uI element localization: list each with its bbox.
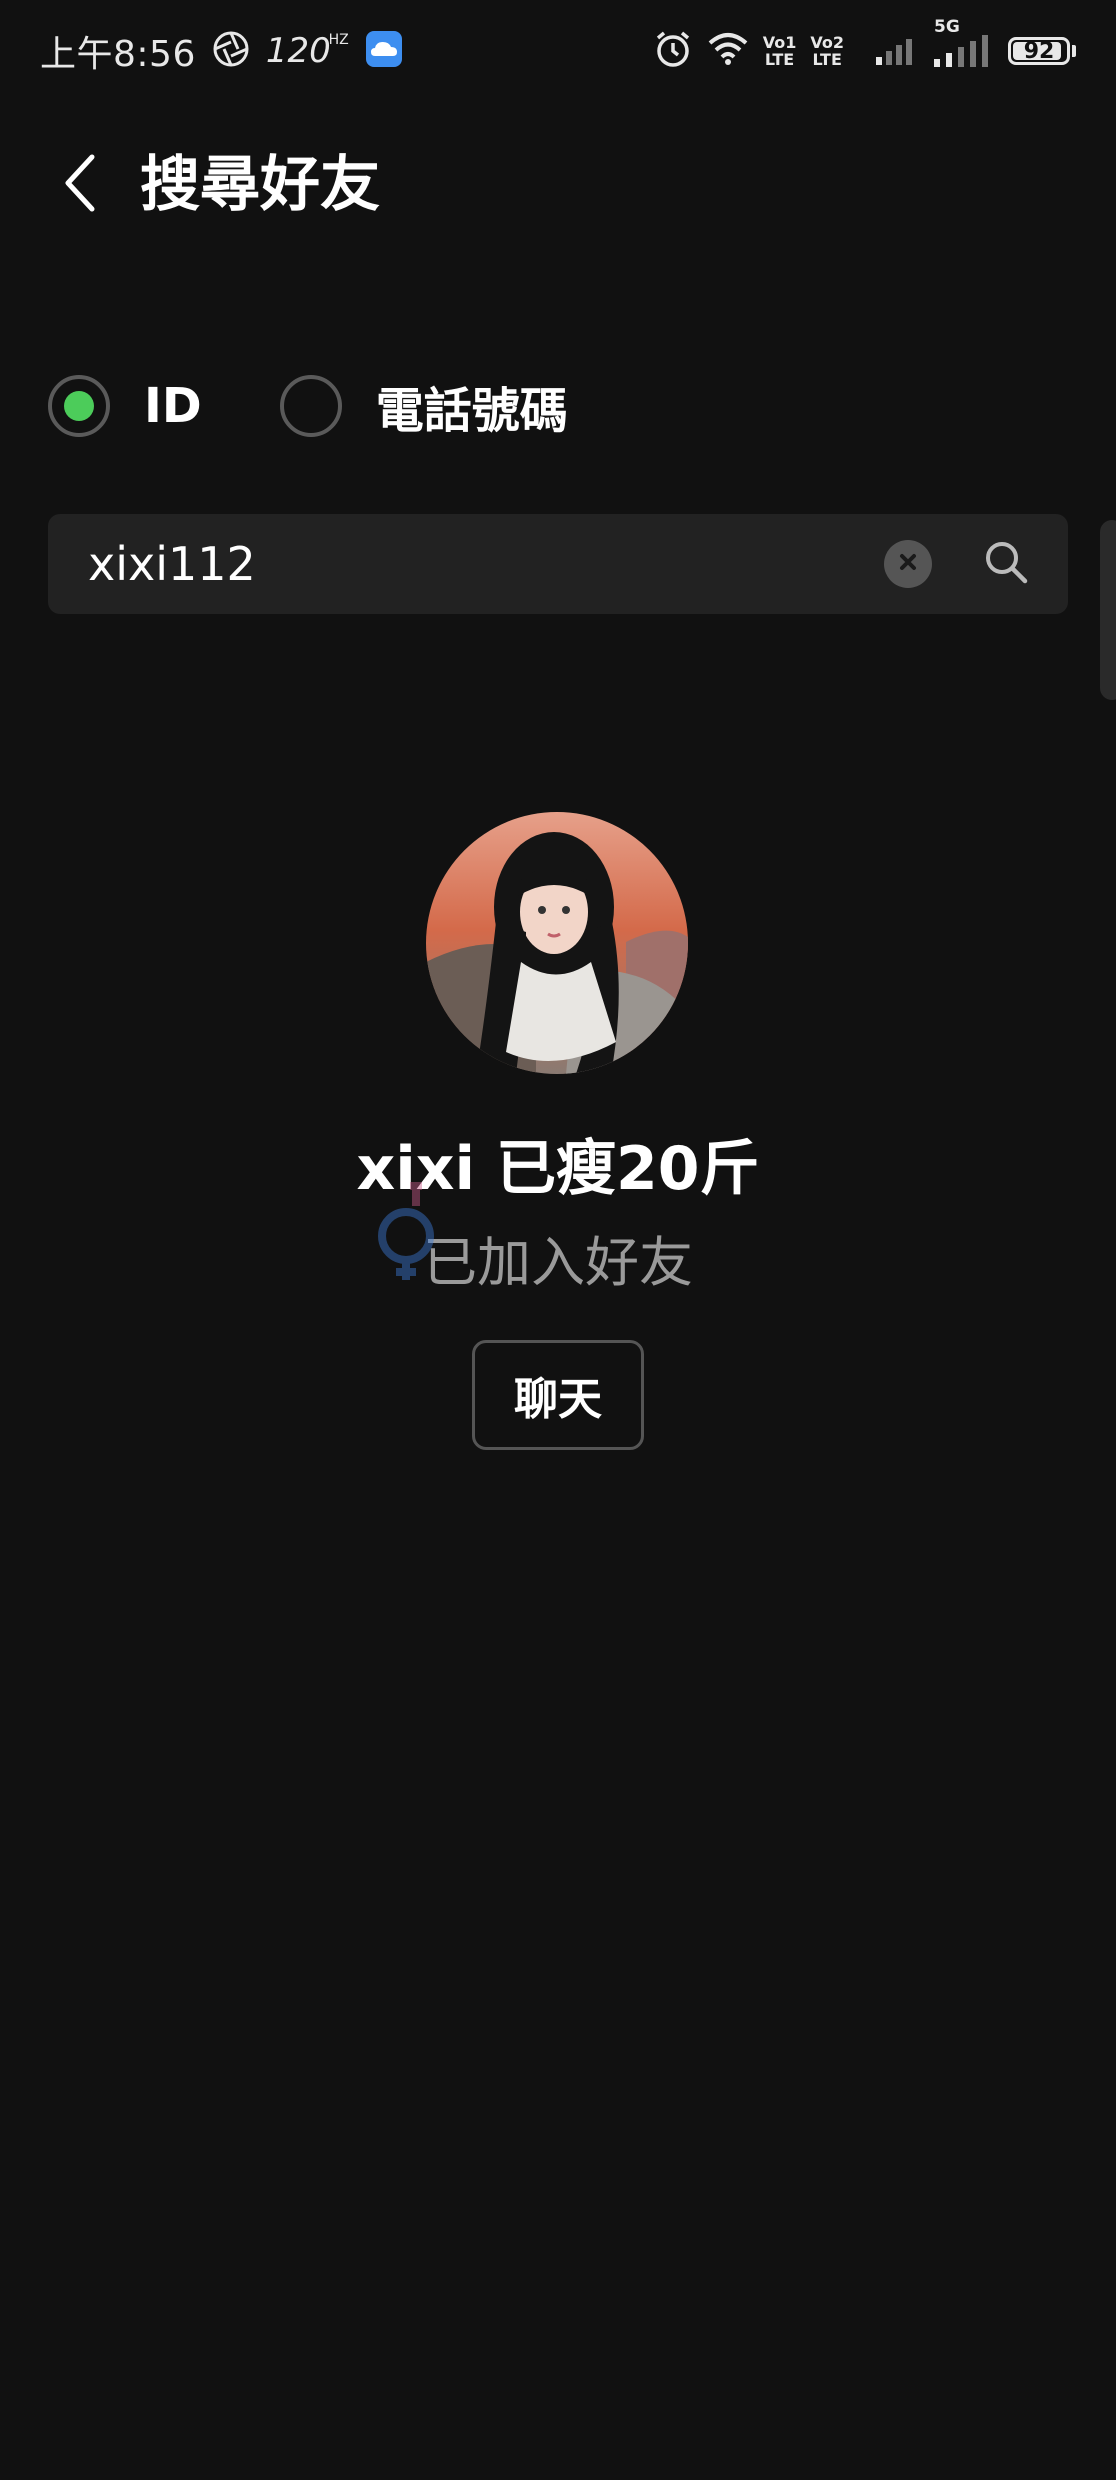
clear-icon xyxy=(897,551,919,577)
aperture-icon xyxy=(212,30,250,72)
search-icon xyxy=(983,539,1029,589)
volte-1: Vo1 LTE xyxy=(763,34,797,68)
volte-2-top: Vo2 xyxy=(810,33,844,52)
status-time: 上午8:56 xyxy=(40,34,196,75)
radio-dot xyxy=(64,391,94,421)
clear-button[interactable] xyxy=(884,540,932,588)
cloud-icon xyxy=(365,30,403,72)
back-button[interactable] xyxy=(50,150,110,220)
header: 搜尋好友 xyxy=(0,140,1116,230)
refresh-rate-value: 120 xyxy=(265,31,331,71)
alarm-icon xyxy=(653,29,693,73)
radio-button-id[interactable] xyxy=(48,375,110,437)
volte-1-bottom: LTE xyxy=(764,50,795,69)
radio-label-id[interactable]: ID xyxy=(144,378,202,434)
wifi-icon xyxy=(707,31,749,71)
profile-name: xixi 已瘦20斤 xyxy=(356,1134,760,1204)
radio-label-phone[interactable]: 電話號碼 xyxy=(376,371,568,441)
search-button[interactable] xyxy=(978,536,1034,592)
network-type: 5G xyxy=(934,17,960,37)
edge-panel-handle[interactable] xyxy=(1100,520,1116,700)
radio-button-phone[interactable] xyxy=(279,375,342,437)
volte-2-bottom: LTE xyxy=(812,50,842,69)
radio-option-phone[interactable]: 電話號碼 xyxy=(279,366,568,446)
volte-1-top: Vo1 xyxy=(762,33,797,52)
battery-level: 92 xyxy=(1023,38,1055,64)
battery-tip xyxy=(1072,45,1076,57)
status-bar-left: 上午8:56 120 HZ xyxy=(40,26,403,76)
watermark-logo xyxy=(370,1180,460,1294)
volte-2: Vo2 LTE xyxy=(810,34,844,68)
status-bar: 上午8:56 120 HZ Vo1 LTE Vo2 LTE 5G 92 xyxy=(0,0,1116,100)
signal-1-icon xyxy=(876,33,920,69)
signal-2-icon: 5G xyxy=(934,17,994,71)
refresh-rate-unit: HZ xyxy=(328,32,349,48)
refresh-rate: 120 HZ xyxy=(265,31,349,71)
radio-option-id[interactable]: ID xyxy=(48,366,202,446)
friend-status: 已加入好友 xyxy=(423,1231,693,1294)
avatar[interactable] xyxy=(426,812,688,1074)
page-title: 搜尋好友 xyxy=(140,150,380,220)
battery-icon: 92 xyxy=(1008,37,1070,65)
chevron-left-icon xyxy=(60,153,100,217)
search-type-group: ID 電話號碼 xyxy=(48,366,568,446)
status-bar-right: Vo1 LTE Vo2 LTE 5G 92 xyxy=(653,17,1076,76)
search-box xyxy=(48,514,1068,614)
search-input[interactable] xyxy=(88,514,868,614)
chat-button[interactable]: 聊天 xyxy=(472,1340,644,1450)
